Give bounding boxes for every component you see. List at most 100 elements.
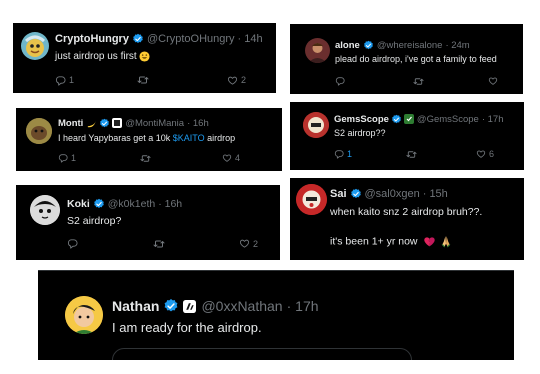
tweet-card[interactable]: alone @whereisalone · 24m plead do airdr… [290, 24, 523, 94]
tweet-actions: 1 2 [55, 74, 261, 86]
retweet-icon [140, 153, 151, 164]
reply-button[interactable]: 1 [58, 153, 76, 163]
like-count: 6 [489, 149, 495, 159]
display-name[interactable]: Monti [58, 118, 83, 129]
reply-icon [58, 153, 68, 163]
heart-icon [239, 238, 250, 249]
reply-button[interactable] [335, 76, 348, 86]
retweet-icon [406, 149, 417, 160]
reply-count: 1 [69, 75, 75, 85]
display-name[interactable]: GemsScope [334, 114, 389, 125]
reply-button[interactable] [67, 238, 81, 249]
like-button[interactable]: 2 [227, 75, 246, 86]
banana-emoji-icon [88, 119, 97, 127]
avatar[interactable] [303, 112, 329, 138]
avatar[interactable] [21, 32, 49, 60]
handle[interactable]: @CryptoOHungry [147, 33, 235, 45]
affiliate-badge-icon [403, 114, 414, 124]
like-button[interactable]: 4 [222, 153, 240, 163]
reply-count: 1 [71, 153, 77, 163]
grinning-face-emoji-icon [139, 51, 151, 62]
tweet-actions: 2 [67, 237, 267, 250]
handle[interactable]: @GemsScope [417, 114, 479, 125]
affiliate-badge-icon [183, 299, 197, 313]
tweet-card[interactable]: Monti @MontiMania · 16h I heard Yapybara… [16, 108, 282, 171]
timestamp[interactable]: · 15h [423, 188, 448, 200]
tweet-actions: 1 4 [58, 152, 268, 164]
affiliate-badge-icon [112, 118, 123, 128]
like-button[interactable]: 2 [239, 238, 258, 249]
retweet-icon [137, 74, 149, 86]
tweet-text: just airdrop us first [55, 51, 151, 62]
tweet-text-line-2: it's been 1+ yr now [330, 235, 452, 248]
tweet-header: Koki @k0k1eth · 16h [67, 197, 182, 210]
like-button[interactable]: 6 [476, 149, 494, 159]
timestamp[interactable]: · 17h [482, 114, 504, 125]
reply-button[interactable]: 1 [55, 75, 74, 86]
avatar[interactable] [305, 38, 330, 63]
avatar[interactable] [30, 195, 60, 225]
verified-badge-icon [363, 40, 374, 51]
heart-icon [227, 75, 238, 86]
handle[interactable]: @whereisalone [377, 40, 443, 51]
cashtag-link[interactable]: $KAITO [173, 133, 205, 143]
tweet-card[interactable]: GemsScope @GemsScope · 17h S2 airdrop?? … [290, 102, 524, 170]
media-card[interactable] [112, 348, 412, 360]
tweet-text: plead do airdrop, i've got a family to f… [335, 54, 497, 64]
timestamp[interactable]: · 14h [238, 33, 263, 45]
display-name[interactable]: Koki [67, 198, 90, 210]
tweet-header: Sai @sal0xgen · 15h [330, 187, 448, 201]
display-name[interactable]: CryptoHungry [55, 33, 129, 45]
display-name[interactable]: alone [335, 40, 360, 51]
retweet-button[interactable] [153, 238, 168, 250]
display-name[interactable]: Sai [330, 188, 347, 200]
like-count: 2 [241, 75, 247, 85]
display-name[interactable]: Nathan [112, 298, 159, 314]
avatar[interactable] [26, 118, 52, 144]
verified-badge-icon [132, 33, 144, 45]
verified-badge-icon [391, 114, 402, 125]
reply-icon [67, 238, 78, 249]
timestamp[interactable]: · 16h [158, 198, 182, 210]
retweet-button[interactable] [406, 149, 420, 160]
retweet-button[interactable] [137, 74, 152, 86]
tweet-card[interactable]: Sai @sal0xgen · 15h when kaito snz 2 air… [290, 178, 524, 260]
tweet-text: I am ready for the airdrop. [112, 320, 262, 335]
tweet-text: S2 airdrop? [67, 215, 122, 227]
timestamp[interactable]: · 24m [445, 40, 469, 51]
retweet-button[interactable] [140, 153, 154, 164]
avatar[interactable] [65, 296, 103, 334]
tweet-card[interactable]: CryptoHungry @CryptoOHungry · 14h just a… [13, 23, 276, 93]
reply-icon [334, 149, 344, 159]
praying-hands-emoji-icon [442, 236, 451, 248]
reply-count: 1 [347, 149, 353, 159]
reply-icon [55, 75, 66, 86]
like-count: 2 [253, 238, 259, 249]
tweet-header: GemsScope @GemsScope · 17h [334, 113, 504, 125]
verified-badge-icon [163, 298, 179, 314]
verified-badge-icon [93, 198, 105, 210]
tweet-card[interactable]: Koki @k0k1eth · 16h S2 airdrop? 2 [16, 185, 280, 260]
handle[interactable]: @sal0xgen [365, 188, 420, 200]
tweet-card[interactable]: Nathan @0xxNathan · 17h I am ready for t… [38, 270, 514, 360]
timestamp[interactable]: · 16h [187, 118, 209, 129]
reply-button[interactable]: 1 [334, 149, 352, 159]
verified-badge-icon [350, 188, 362, 200]
retweet-icon [413, 76, 424, 87]
heart-icon [222, 153, 232, 163]
heart-icon [488, 76, 498, 86]
handle[interactable]: @0xxNathan [201, 298, 282, 314]
handle[interactable]: @k0k1eth [108, 198, 155, 210]
avatar[interactable] [296, 184, 327, 215]
tweet-actions [335, 75, 515, 87]
like-button[interactable] [488, 76, 501, 86]
reply-icon [335, 76, 345, 86]
tweet-text: S2 airdrop?? [334, 128, 386, 138]
thread-line [38, 270, 514, 271]
tweet-actions: 1 6 [334, 148, 514, 160]
retweet-button[interactable] [413, 76, 427, 87]
handle[interactable]: @MontiMania [125, 118, 184, 129]
timestamp[interactable]: · 17h [287, 298, 319, 314]
tweet-text: when kaito snz 2 airdrop bruh??. [330, 206, 483, 218]
verified-badge-icon [99, 118, 110, 129]
